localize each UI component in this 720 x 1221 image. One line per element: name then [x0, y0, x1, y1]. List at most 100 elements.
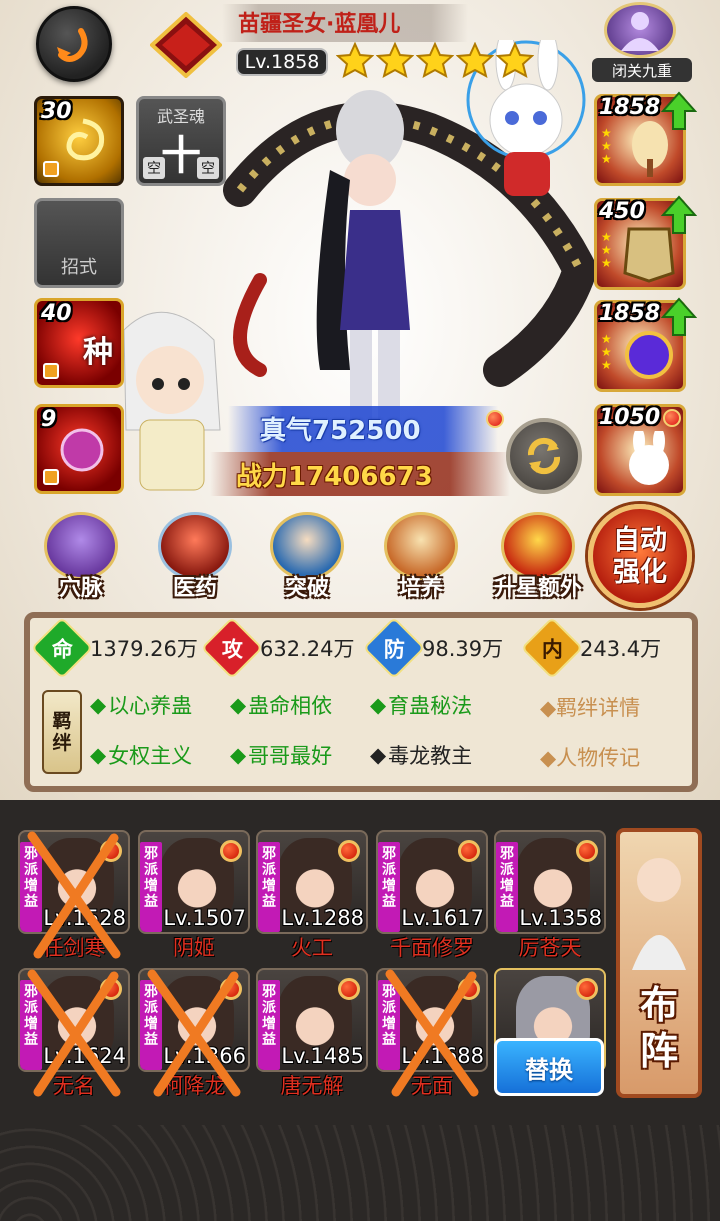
hero-name: 苗疆圣女·蓝凰儿 [238, 12, 401, 37]
hp-icon: 命 [30, 616, 94, 680]
formation-button[interactable]: 布 阵 [616, 828, 702, 1098]
martial-soul-slot[interactable]: 武圣魂 十 空 空 [136, 96, 226, 186]
bond-text: 哥哥最好 [248, 744, 333, 768]
meridian-button[interactable]: 穴脉 [38, 512, 124, 602]
func-label: 升星额外 [493, 576, 582, 601]
cross-mark [147, 969, 241, 1097]
refresh-icon [527, 437, 561, 475]
auto-enhance-button[interactable]: 自动 强化 [588, 504, 692, 608]
hero-card-level: Lv.1485 [281, 1044, 364, 1068]
bond-item-inactive: ◆ 毒龙教主 [370, 740, 472, 770]
stat-value: 243.4万 [580, 637, 662, 661]
slot-value: 9 [41, 407, 57, 432]
seclusion-label: 闭关九重 [592, 58, 692, 82]
equip-level: 1858 [599, 95, 661, 120]
equip-slot-2[interactable]: 450 ★ ★ ★ [594, 195, 697, 290]
refresh-button[interactable] [506, 418, 582, 494]
rabbit-pet-icon [629, 431, 669, 485]
hero-card-level: Lv.1288 [281, 906, 364, 930]
upgrade-arrow-icon [661, 91, 697, 130]
slot-indicator [43, 363, 59, 379]
hero-card-level: Lv.1507 [163, 906, 246, 930]
equip-stars: ★ ★ ★ [601, 230, 612, 270]
bond-item: ◆ 蛊命相依 [230, 690, 332, 720]
star-extra-button[interactable]: 升星额外 [488, 512, 588, 602]
bond-text: 女权主义 [108, 744, 193, 768]
bond-tag-line1: 羁 [52, 710, 72, 732]
move-slot[interactable]: 招式 [34, 198, 124, 288]
star-icon [376, 42, 414, 78]
defense-icon: 防 [362, 616, 426, 680]
stat-internal: 内 243.4万 [520, 616, 662, 680]
star-icon [336, 42, 374, 78]
breakthrough-button[interactable]: 突破 [264, 512, 350, 602]
hero-card[interactable]: 邪派增益 Lv.1688 无面 [376, 968, 488, 1098]
equip-slot-1[interactable]: 1858 ★ ★ ★ [594, 91, 697, 186]
upgrade-arrow-icon [661, 195, 697, 234]
notification-dot [220, 840, 242, 862]
equip-level: 1050 [599, 405, 661, 430]
hero-card[interactable]: 邪派增益 Lv.1288 火工 [256, 830, 368, 960]
auto-line2: 强化 [613, 557, 667, 588]
bond-item: ◆ 哥哥最好 [230, 740, 332, 770]
faction-badge-icon [150, 12, 222, 78]
skill-slot-4[interactable]: 9 [34, 404, 124, 494]
cross-mark [27, 969, 121, 1097]
star-rating [336, 42, 534, 78]
hero-card-name: 唐无解 [280, 1074, 344, 1098]
hero-card[interactable]: 邪派增益 Lv.1528 任剑寒 [18, 830, 130, 960]
heroine-art [316, 90, 410, 420]
formation-line2: 阵 [639, 1029, 678, 1073]
func-label: 培养 [398, 576, 443, 601]
internal-icon: 内 [520, 616, 584, 680]
meditation-icon [621, 12, 659, 51]
func-label: 医药 [172, 576, 217, 601]
hero-card[interactable]: 邪派增益 Lv.1507 阴姬 [138, 830, 250, 960]
skill-slot-3[interactable]: 40 种 [34, 298, 124, 388]
bond-tag: 羁 绊 [42, 690, 82, 774]
stat-value: 1379.26万 [90, 637, 198, 661]
slot-indicator [43, 469, 59, 485]
hero-card[interactable]: 邪派增益 Lv.1624 无名 [18, 968, 130, 1098]
skill-slot-1[interactable]: 30 [34, 96, 124, 186]
bond-text: 毒龙教主 [388, 744, 473, 768]
func-label: 突破 [284, 576, 329, 601]
hero-card[interactable]: 邪派增益 Lv.1617 千面修罗 [376, 830, 488, 960]
biography-link[interactable]: ◆人物传记 [540, 742, 640, 772]
notification-dot [576, 978, 598, 1000]
stat-value: 632.24万 [260, 637, 355, 661]
hero-card-name: 厉苍天 [518, 936, 582, 960]
whirl-icon [66, 118, 105, 161]
equip-level: 1858 [599, 301, 661, 326]
notification-dot [338, 840, 360, 862]
stat-hp: 命 1379.26万 [30, 616, 198, 680]
back-arrow-icon [57, 28, 88, 62]
hero-level: Lv.1858 [236, 48, 328, 76]
hero-card[interactable]: 邪派增益 Lv.1366 柯降龙 [138, 968, 250, 1098]
medicine-button[interactable]: 医药 [152, 512, 238, 602]
cultivate-button[interactable]: 培养 [378, 512, 464, 602]
hero-card[interactable]: 邪派增益 Lv.1485 唐无解 [256, 968, 368, 1098]
bond-detail-link[interactable]: ◆羁绊详情 [540, 692, 640, 722]
hero-card-name: 阴姬 [173, 936, 215, 960]
hero-card-level: Lv.1617 [401, 906, 484, 930]
notification-dot [458, 840, 480, 862]
hero-card-level: Lv.1358 [519, 906, 602, 930]
func-label: 穴脉 [58, 576, 103, 601]
star-icon [416, 42, 454, 78]
back-button[interactable] [36, 6, 112, 82]
star-icon [496, 42, 534, 78]
move-label: 招式 [61, 257, 97, 278]
swap-button[interactable]: 替换 [494, 1038, 604, 1096]
hero-card[interactable]: 邪派增益 Lv.1358 厉苍天 [494, 830, 606, 960]
equip-stars: ★ ★ ★ [601, 126, 612, 166]
equip-slot-4[interactable]: 1050 [594, 404, 686, 496]
bond-text: 以心养蛊 [108, 694, 193, 718]
notification-dot [338, 978, 360, 1000]
equip-slot-3[interactable]: 1858 ★ ★ ★ [594, 297, 697, 392]
formation-line1: 布 [639, 983, 678, 1027]
seclusion-button[interactable] [604, 2, 676, 58]
bond-item: ◆ 育蛊秘法 [370, 690, 472, 720]
cross-mark [385, 969, 479, 1097]
hero-card-name: 千面修罗 [390, 936, 474, 960]
